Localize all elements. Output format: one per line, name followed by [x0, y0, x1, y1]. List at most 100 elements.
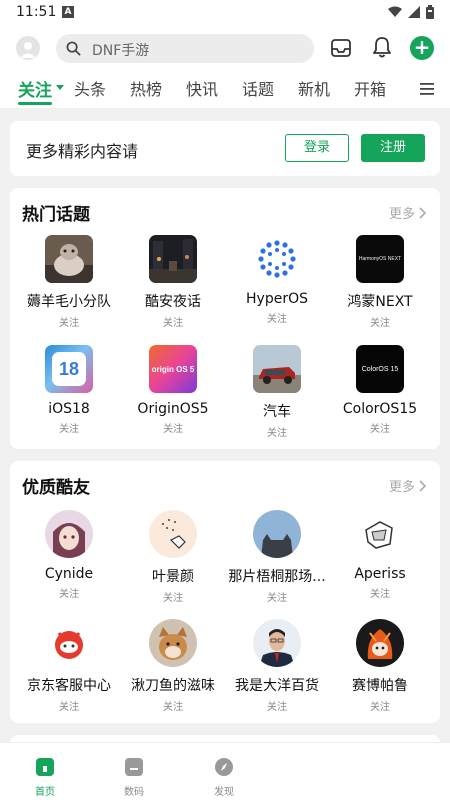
- dog-avatar-icon: [149, 619, 197, 667]
- notification-a-icon: A: [62, 6, 74, 18]
- topic-follow-label: 关注: [370, 318, 390, 329]
- bell-icon[interactable]: [372, 36, 392, 58]
- user-item[interactable]: Cynide 关注: [17, 510, 121, 600]
- login-prompt-card: 更多精彩内容请 登录 注册: [10, 121, 440, 176]
- topic-name: iOS18: [48, 401, 90, 417]
- user-item[interactable]: Aperiss 关注: [328, 510, 432, 600]
- user-name: Aperiss: [354, 566, 406, 582]
- topic-item[interactable]: 薅羊毛小分队 关注: [17, 235, 121, 329]
- topic-name: OriginOS5: [137, 401, 209, 417]
- coloros-logo-icon: ColorOS 15: [356, 345, 404, 393]
- topic-follow-label: 关注: [59, 318, 79, 329]
- man-avatar-icon: [253, 619, 301, 667]
- topic-name: HyperOS: [246, 291, 308, 307]
- coloros-logo-text: ColorOS 15: [361, 365, 399, 373]
- nav-home[interactable]: 首页: [15, 757, 75, 798]
- status-indicators: [388, 5, 434, 19]
- tab-follow[interactable]: 关注: [18, 76, 52, 101]
- originos-logo-icon: origin OS 5: [149, 345, 197, 393]
- user-item[interactable]: 湫刀鱼的滋味 关注: [121, 619, 225, 713]
- hot-topics-card: 热门话题 更多 薅羊毛小分队 关注 酷安夜话 关注 HyperOS 关注 Har…: [10, 188, 440, 449]
- tab-hot[interactable]: 热榜: [130, 76, 162, 100]
- topic-item[interactable]: origin OS 5 OriginOS5 关注: [121, 345, 225, 435]
- more-label: 更多: [388, 480, 415, 495]
- register-button[interactable]: 注册: [361, 134, 425, 162]
- topic-name: 薅羊毛小分队: [27, 294, 111, 310]
- chevron-right-icon: [419, 479, 426, 492]
- add-post-button[interactable]: +: [410, 36, 434, 60]
- login-button[interactable]: 登录: [285, 134, 349, 162]
- nav-digital-label: 数码: [124, 787, 144, 798]
- menu-icon[interactable]: [420, 83, 434, 95]
- user-name: Cynide: [44, 566, 94, 582]
- user-follow-label: 关注: [370, 702, 390, 713]
- user-item[interactable]: 赛博帕鲁 关注: [328, 619, 432, 713]
- login-prompt-text: 更多精彩内容请: [26, 142, 139, 161]
- search-placeholder: DNF手游: [92, 43, 150, 59]
- tab-flash[interactable]: 快讯: [186, 76, 218, 100]
- topic-name: 酷安夜话: [145, 294, 201, 310]
- hot-topics-more-link[interactable]: 更多: [389, 203, 426, 222]
- quality-users-card: 优质酷友 更多 Cynide 关注 叶景颜 关注 那片梧桐那场... 关注 Ap…: [10, 461, 440, 723]
- search-icon: [66, 41, 81, 56]
- topic-item[interactable]: HarmonyOS NEXT 鸿蒙NEXT 关注: [328, 235, 432, 329]
- wifi-icon: [388, 6, 402, 17]
- tab-new-devices[interactable]: 新机: [298, 76, 330, 100]
- home-icon: [36, 758, 54, 776]
- user-follow-label: 关注: [163, 702, 183, 713]
- status-bar: 11:51 A: [0, 0, 450, 26]
- tab-unboxing[interactable]: 开箱: [354, 76, 386, 100]
- user-item[interactable]: 京东客服中心 关注: [17, 619, 121, 713]
- anime-avatar-icon: [45, 510, 93, 558]
- sheep-photo-icon: [45, 235, 93, 283]
- ios18-logo-text: 18: [58, 358, 80, 379]
- user-follow-label: 关注: [267, 593, 287, 604]
- topic-item[interactable]: 18 iOS18 关注: [17, 345, 121, 435]
- tab-topics[interactable]: 话题: [242, 76, 274, 100]
- nav-discover[interactable]: 发现: [194, 757, 254, 798]
- car-photo-icon: [253, 345, 301, 393]
- topic-item[interactable]: HyperOS 关注: [225, 235, 329, 325]
- quality-users-more-link[interactable]: 更多: [389, 476, 426, 495]
- topic-follow-label: 关注: [163, 318, 183, 329]
- topic-follow-label: 关注: [370, 424, 390, 435]
- user-item[interactable]: 叶景颜 关注: [121, 510, 225, 604]
- cartoon-avatar-icon: [149, 510, 197, 558]
- nav-digital[interactable]: 数码: [104, 757, 164, 798]
- quality-users-title: 优质酷友: [22, 478, 90, 498]
- inbox-icon[interactable]: [330, 37, 352, 59]
- battery-icon: [426, 5, 434, 19]
- topic-follow-label: 关注: [163, 424, 183, 435]
- user-follow-label: 关注: [370, 589, 390, 600]
- user-item[interactable]: 那片梧桐那场... 关注: [225, 510, 329, 604]
- status-time: 11:51: [16, 4, 57, 20]
- bottom-navigation: 首页 数码 发现: [0, 742, 450, 800]
- cat-avatar-icon: [253, 510, 301, 558]
- topic-item[interactable]: 酷安夜话 关注: [121, 235, 225, 329]
- top-bar: DNF手游 +: [0, 26, 450, 70]
- user-follow-label: 关注: [59, 702, 79, 713]
- search-input[interactable]: DNF手游: [56, 34, 314, 63]
- ios18-logo-icon: 18: [45, 345, 93, 393]
- topic-item[interactable]: ColorOS 15 ColorOS15 关注: [328, 345, 432, 435]
- ios18-badge: 18: [52, 352, 86, 386]
- compass-icon: [215, 758, 233, 776]
- hyperos-logo-icon: [253, 235, 301, 283]
- topic-name: 汽车: [263, 404, 291, 420]
- user-name: 那片梧桐那场...: [228, 569, 326, 585]
- feed-tabs: 关注 头条 热榜 快讯 话题 新机 开箱: [0, 70, 450, 108]
- night-street-photo-icon: [149, 235, 197, 283]
- hot-topics-title: 热门话题: [22, 205, 90, 225]
- user-avatar[interactable]: [16, 36, 40, 60]
- more-label: 更多: [388, 207, 415, 222]
- user-follow-label: 关注: [59, 589, 79, 600]
- user-name: 我是大洋百货: [235, 678, 319, 694]
- user-name: 湫刀鱼的滋味: [131, 678, 215, 694]
- tab-headline[interactable]: 头条: [74, 76, 106, 100]
- cyber-avatar-icon: [356, 619, 404, 667]
- topic-item[interactable]: 汽车 关注: [225, 345, 329, 439]
- person-icon: [20, 42, 36, 58]
- chevron-down-icon[interactable]: [56, 85, 64, 90]
- nav-home-label: 首页: [35, 787, 55, 798]
- user-item[interactable]: 我是大洋百货 关注: [225, 619, 329, 713]
